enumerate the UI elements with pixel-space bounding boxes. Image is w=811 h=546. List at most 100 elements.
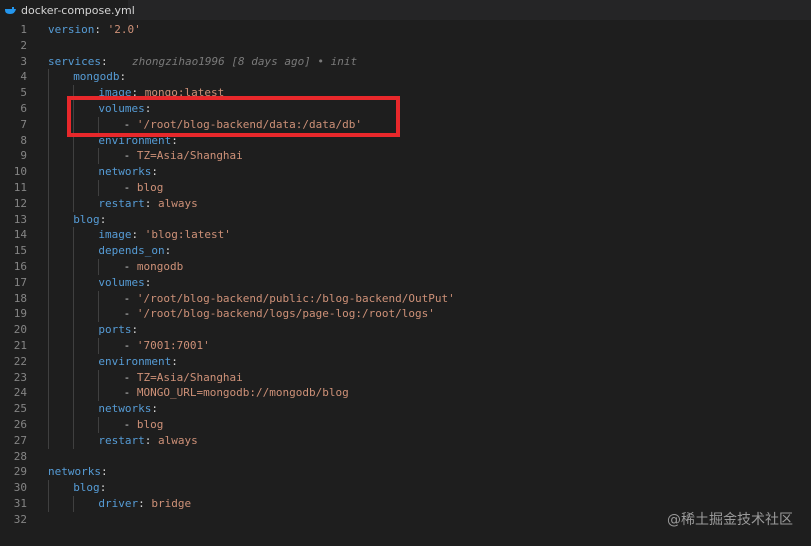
code-line[interactable]: 9 - TZ=Asia/Shanghai — [0, 148, 811, 165]
yaml-key: restart — [98, 196, 145, 210]
yaml-key: image — [98, 228, 132, 242]
code-line[interactable]: 10 networks: — [0, 164, 811, 180]
code-line[interactable]: 20 ports: — [0, 322, 811, 338]
yaml-value: blog — [136, 181, 164, 194]
yaml-key: environment — [98, 354, 172, 368]
code-line[interactable]: 21 - '7001:7001' — [0, 338, 811, 354]
code-line[interactable]: 23 - TZ=Asia/Shanghai — [0, 369, 811, 386]
tab-docker-compose[interactable]: docker-compose.yml — [0, 0, 135, 20]
line-number: 29 — [13, 465, 27, 479]
code-text: - mongodb — [124, 259, 184, 275]
indent-guide — [98, 338, 100, 354]
yaml-punct: - — [123, 386, 137, 400]
indent-guide — [48, 180, 49, 196]
code-text: version: '2.0' — [48, 22, 141, 38]
code-text: - '/root/blog-backend/public:/blog-backe… — [124, 291, 455, 307]
indent-guide — [48, 227, 49, 244]
indent-guide — [48, 164, 49, 180]
code-line[interactable]: 17 volumes: — [0, 274, 811, 291]
code-line[interactable]: 11 - blog — [0, 180, 811, 196]
code-line[interactable]: 2 — [0, 38, 811, 54]
code-line[interactable]: 16 - mongodb — [0, 259, 811, 275]
indent-guide — [73, 195, 75, 212]
indent-guide — [48, 401, 49, 417]
indent-guide — [73, 496, 75, 512]
code-text: volumes: — [98, 275, 151, 291]
tab-bar: docker-compose.yml — [0, 0, 811, 20]
indent-guide — [73, 259, 75, 275]
code-line[interactable]: 15 depends_on: — [0, 243, 811, 259]
indent-guide — [98, 148, 100, 165]
yaml-value: 'blog:latest' — [144, 228, 231, 242]
indent-guide — [48, 243, 49, 259]
line-number: 24 — [13, 386, 27, 400]
indent-guide — [48, 259, 49, 275]
indent-guide — [73, 401, 75, 417]
code-line[interactable]: 12 restart: always — [0, 195, 811, 212]
code-text: ports: — [98, 322, 138, 338]
yaml-key: networks — [98, 402, 152, 416]
yaml-value: TZ=Asia/Shanghai — [136, 149, 243, 163]
indent-guide — [48, 101, 49, 117]
code-line[interactable]: 25 networks: — [0, 401, 811, 417]
indent-guide — [48, 385, 49, 402]
yaml-punct: : — [100, 54, 108, 68]
line-number: 31 — [13, 497, 27, 510]
code-line[interactable]: 13 blog: — [0, 211, 811, 228]
line-number: 19 — [13, 307, 27, 321]
yaml-punct: - — [123, 307, 137, 321]
line-number: 9 — [20, 149, 27, 163]
code-line[interactable]: 4 mongodb: — [0, 69, 811, 86]
indent-guide — [73, 243, 75, 259]
indent-guide — [98, 306, 100, 323]
indent-guide — [73, 353, 75, 370]
yaml-value: '2.0' — [107, 23, 141, 36]
line-number: 27 — [13, 433, 27, 447]
code-line[interactable]: 29 networks: — [0, 464, 811, 480]
indent-guide — [48, 353, 49, 370]
code-text: environment: — [98, 354, 177, 370]
code-text: mongodb: — [73, 69, 126, 85]
code-line[interactable]: 26 - blog — [0, 417, 811, 433]
yaml-punct: : — [171, 354, 178, 368]
code-line[interactable]: 1 version: '2.0' — [0, 22, 811, 38]
code-line[interactable]: 22 environment: — [0, 353, 811, 370]
indent-guide — [98, 259, 100, 275]
code-line[interactable]: 18 - '/root/blog-backend/public:/blog-bac… — [0, 290, 811, 307]
yaml-value: TZ=Asia/Shanghai — [136, 370, 243, 384]
yaml-key: networks — [98, 165, 152, 179]
code-text: blog: — [73, 480, 106, 496]
yaml-punct: : — [99, 212, 107, 226]
indent-guide — [73, 417, 75, 433]
indent-guide — [48, 306, 49, 323]
yaml-value: mongodb — [136, 260, 184, 273]
code-line[interactable]: 19 - '/root/blog-backend/logs/page-log:/r… — [0, 306, 811, 323]
line-number: 13 — [13, 212, 27, 226]
code-line[interactable]: 30 blog: — [0, 480, 811, 496]
yaml-value: always — [158, 196, 198, 210]
yaml-punct: - — [123, 339, 137, 352]
yaml-key: driver — [98, 497, 139, 510]
tab-filename: docker-compose.yml — [21, 3, 135, 17]
yaml-punct: : — [151, 402, 158, 416]
indent-guide — [98, 385, 100, 402]
yaml-punct: - — [123, 260, 137, 273]
indent-guide — [73, 274, 75, 291]
line-number: 32 — [13, 512, 27, 526]
yaml-value: '/root/blog-backend/public:/blog-backend… — [136, 291, 455, 305]
line-number: 15 — [13, 244, 27, 258]
yaml-punct: : — [100, 465, 108, 479]
line-number: 12 — [13, 196, 27, 210]
code-line[interactable]: 28 — [0, 449, 811, 465]
code-line[interactable]: 14 image: 'blog:latest' — [0, 227, 811, 244]
yaml-value: '/root/blog-backend/logs/page-log:/root/… — [136, 307, 435, 321]
code-text: restart: always — [98, 196, 197, 212]
code-line[interactable]: 3 services: zhongzihao1996 [8 days ago] • … — [0, 54, 811, 70]
code-line[interactable]: 24 - MONGO_URL=mongodb://mongodb/blog — [0, 385, 811, 402]
line-number: 6 — [20, 102, 27, 115]
yaml-punct: : — [138, 497, 152, 510]
indent-guide — [48, 195, 49, 212]
code-line[interactable]: 27 restart: always — [0, 432, 811, 449]
indent-guide — [48, 274, 49, 291]
code-text: services: — [48, 54, 108, 70]
